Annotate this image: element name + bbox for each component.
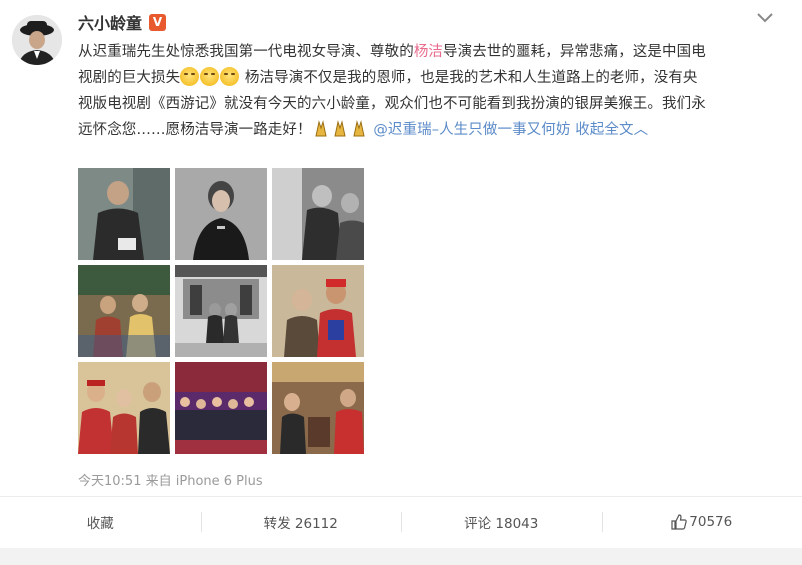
source-prefix: 来自 bbox=[145, 474, 172, 489]
comment-button[interactable]: 评论 18043 bbox=[401, 497, 602, 547]
chevron-down-icon[interactable] bbox=[756, 12, 774, 24]
post-line-4: 远怀念您……愿杨洁导演一路走好！ @迟重瑞–人生只做一事又何妨 收起全文︿ bbox=[78, 117, 778, 143]
photo-2[interactable] bbox=[175, 168, 267, 260]
verified-badge-icon: V bbox=[149, 13, 167, 31]
photo-8[interactable] bbox=[175, 362, 267, 454]
photo-7[interactable] bbox=[78, 362, 170, 454]
avatar-image bbox=[12, 15, 62, 65]
photo-5[interactable] bbox=[175, 265, 267, 357]
text-segment: 导演去世的噩耗，异常悲痛，这是中国电 bbox=[443, 44, 706, 60]
photo-9[interactable] bbox=[272, 362, 364, 454]
crying-emoji-icon bbox=[180, 67, 200, 86]
favorite-label: 收藏 bbox=[86, 516, 114, 532]
collapse-label: 收起全文 bbox=[575, 122, 634, 138]
photo-6[interactable] bbox=[272, 265, 364, 357]
favorite-button[interactable]: 收藏 bbox=[0, 497, 201, 547]
action-bar: 收藏 转发 26112 评论 18043 70576 bbox=[0, 497, 802, 547]
highlight-keyword[interactable]: 杨洁 bbox=[414, 44, 443, 60]
repost-label: 转发 26112 bbox=[263, 516, 338, 532]
post-text: 从迟重瑞先生处惊悉我国第一代电视女导演、尊敬的杨洁导演去世的噩耗，异常悲痛，这是… bbox=[78, 39, 778, 143]
like-button[interactable]: 70576 bbox=[601, 497, 802, 547]
weibo-post: 六小龄童 V 从迟重瑞先生处惊悉我国第一代电视女导演、尊敬的杨洁导演去世的噩耗，… bbox=[0, 0, 802, 565]
text-segment: 远怀念您……愿杨洁导演一路走好！ bbox=[78, 122, 312, 138]
pray-icon bbox=[314, 120, 327, 137]
author-name[interactable]: 六小龄童 bbox=[78, 10, 142, 34]
avatar[interactable] bbox=[12, 15, 62, 65]
like-count: 70576 bbox=[689, 514, 733, 530]
post-line-2: 视剧的巨大损失 杨洁导演不仅是我的恩师，也是我的艺术和人生道路上的老师，没有央 bbox=[78, 65, 778, 91]
post-meta: 今天10:51 来自 iPhone 6 Plus bbox=[78, 470, 263, 489]
photo-grid bbox=[78, 168, 367, 459]
post-time[interactable]: 今天10:51 bbox=[78, 474, 141, 489]
chevron-up-icon: ︿ bbox=[633, 122, 649, 138]
text-segment: 视剧的巨大损失 bbox=[78, 70, 181, 86]
collapse-full-text-link[interactable]: 收起全文︿ bbox=[575, 122, 648, 138]
post-line-3: 视版电视剧《西游记》就没有今天的六小龄童，观众们也不可能看到我扮演的银屏美猴王。… bbox=[78, 96, 706, 112]
photo-4[interactable] bbox=[78, 265, 170, 357]
pray-icon bbox=[352, 120, 365, 137]
bottom-strip bbox=[0, 548, 802, 565]
text-segment: 从迟重瑞先生处惊悉我国第一代电视女导演、尊敬的 bbox=[78, 44, 414, 60]
pray-icon bbox=[333, 120, 346, 137]
post-source[interactable]: iPhone 6 Plus bbox=[176, 474, 263, 489]
thumbs-up-icon bbox=[671, 514, 687, 530]
crying-emoji-icon bbox=[220, 67, 240, 86]
comment-label: 评论 18043 bbox=[464, 516, 539, 532]
mention-link[interactable]: @迟重瑞–人生只做一事又何妨 bbox=[373, 122, 570, 138]
crying-emoji-icon bbox=[200, 67, 220, 86]
author-row: 六小龄童 V bbox=[78, 10, 167, 34]
post-line-1: 从迟重瑞先生处惊悉我国第一代电视女导演、尊敬的杨洁导演去世的噩耗，异常悲痛，这是… bbox=[78, 39, 778, 65]
repost-button[interactable]: 转发 26112 bbox=[200, 497, 402, 547]
text-segment: 杨洁导演不仅是我的恩师，也是我的艺术和人生道路上的老师，没有央 bbox=[244, 70, 698, 86]
photo-1[interactable] bbox=[78, 168, 170, 260]
photo-3[interactable] bbox=[272, 168, 364, 260]
